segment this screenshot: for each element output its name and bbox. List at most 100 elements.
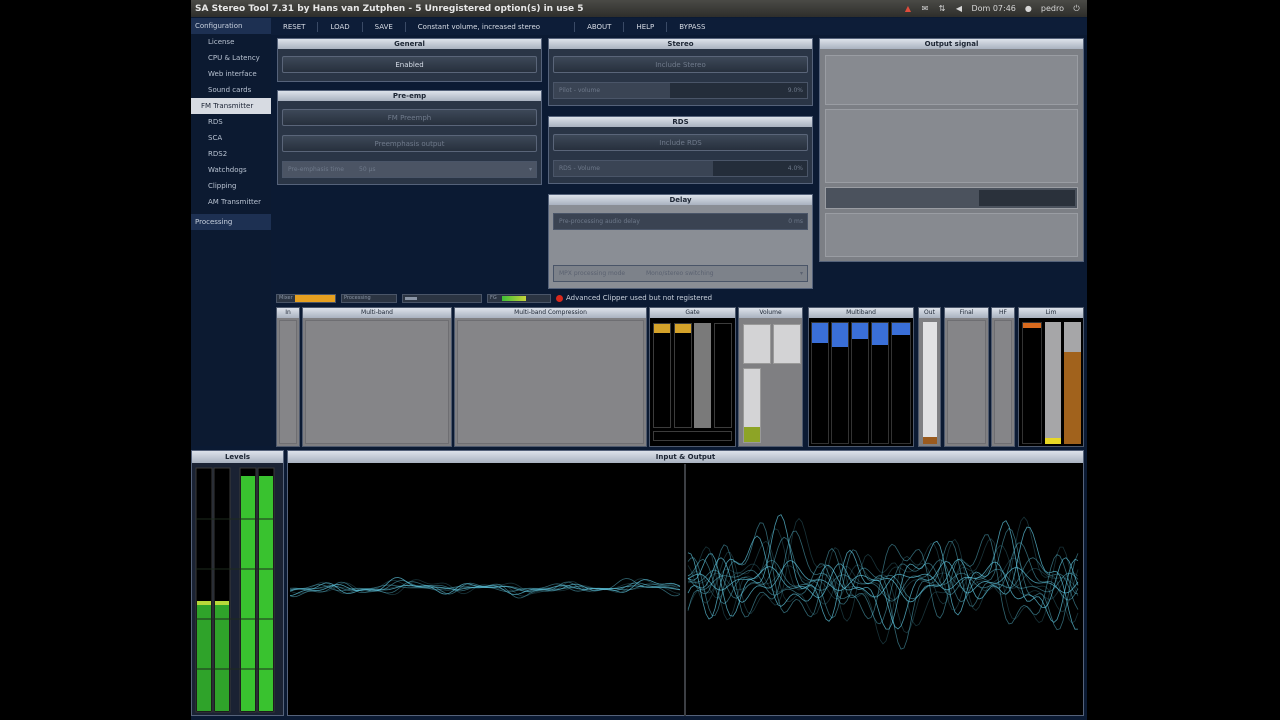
meter-multiband-title: Multi-band [303,308,451,318]
out-meter [923,322,937,444]
user-name[interactable]: pedro [1041,4,1064,13]
meter-lim-panel: Lim [1018,307,1084,447]
preemp-panel: Pre-emp FM Preemph Preemphasis output Pr… [277,90,542,185]
mail-icon[interactable]: ✉ [920,4,929,13]
volume-box-2 [773,324,801,364]
meter-compression-panel: Multi-band Compression [454,307,647,447]
bypass-button[interactable]: BYPASS [667,22,717,32]
sidebar-item-am-transmitter[interactable]: AM Transmitter [191,194,271,210]
sidebar-item-clipping[interactable]: Clipping [191,178,271,194]
warning-message: Advanced Clipper used but not registered [556,294,712,302]
network-icon[interactable]: ⇅ [937,4,946,13]
status-row: Mixer Processing FG Advanced Clipper use… [276,292,776,304]
fm-preemph-button[interactable]: FM Preemph [282,109,537,126]
sidebar-item-processing[interactable]: Processing [191,214,271,230]
system-tray: ▲ ✉ ⇅ ◀ Dom 07:46 ● pedro ⏻ [903,4,1087,13]
sidebar-item-cpu-latency[interactable]: CPU & Latency [191,50,271,66]
delay-panel-title: Delay [549,195,812,205]
sidebar-item-sca[interactable]: SCA [191,130,271,146]
stereo-panel: Stereo Include Stereo Pilot - volume 9.0… [548,38,813,106]
delay-panel: Delay Pre-processing audio delay 0 ms MP… [548,194,813,289]
processing-indicator: Processing [341,293,397,303]
indicator-icon[interactable]: ▲ [903,4,912,13]
clock-text[interactable]: Dom 07:46 [971,4,1015,13]
meter-hf-panel: HF [991,307,1015,447]
preemphasis-time-label: Pre-emphasis time [288,166,344,173]
mb-bar [891,322,911,444]
meter-out-title: Out [919,308,940,318]
sidebar-item-rds2[interactable]: RDS2 [191,146,271,162]
mixer-fill [295,294,335,302]
meter-hf-body [994,320,1012,444]
save-button[interactable]: SAVE [363,21,406,32]
sidebar-item-fm-transmitter[interactable]: FM Transmitter [191,98,271,114]
gate-bar-top [675,324,691,333]
warning-text: Advanced Clipper used but not registered [566,294,713,302]
mb-bar [811,322,829,444]
meter-hf-title: HF [992,308,1014,318]
sidebar-item-license[interactable]: License [191,34,271,50]
pilot-volume-value: 9.0% [787,87,803,94]
preemp-panel-title: Pre-emp [278,91,541,101]
enabled-button[interactable]: Enabled [282,56,537,73]
warning-icon [556,294,563,302]
mpx-mode-label: MPX processing mode [559,270,626,277]
gate-bottom-bar [653,431,732,441]
cpu-fill [405,296,417,300]
volume-box-1 [743,324,771,364]
power-icon[interactable]: ⏻ [1072,4,1081,13]
preset-name[interactable]: Constant volume, increased stereo [406,21,576,32]
meter-out-panel: Out [918,307,941,447]
mb-bar [851,322,869,444]
output-signal-panel: Output signal [819,38,1084,262]
fg-label: FG [490,294,497,301]
rds-volume-value: 4.0% [787,165,803,172]
volume-icon[interactable]: ◀ [954,4,963,13]
fg-fill [502,295,526,301]
output-area-2 [825,109,1078,183]
pilot-volume-slider[interactable]: Pilot - volume 9.0% [553,82,808,99]
mb-bar [871,322,889,444]
waveform-trace [687,530,1079,618]
output-signal-title: Output signal [820,39,1083,49]
sidebar-item-watchdogs[interactable]: Watchdogs [191,162,271,178]
rds-volume-label: RDS - Volume [559,165,600,172]
audio-delay-label: Pre-processing audio delay [559,218,640,225]
waveform-trace [687,516,1079,634]
volume-meter [743,368,761,443]
waveform-trace [687,528,1079,621]
audio-delay-slider[interactable]: Pre-processing audio delay 0 ms [553,213,808,230]
output-area-1 [825,55,1078,105]
output-level-bar [825,187,1078,209]
levels-title: Levels [192,451,283,463]
chevron-down-icon: ▾ [528,166,532,173]
gate-bar [653,323,671,428]
sidebar-item-sound-cards[interactable]: Sound cards [191,82,271,98]
preemphasis-time-value: 50 μs [359,166,376,173]
meter-final-body [947,320,986,444]
sidebar-item-rds[interactable]: RDS [191,114,271,130]
reset-button[interactable]: RESET [271,21,319,32]
include-rds-button[interactable]: Include RDS [553,134,808,151]
lim-bar-2 [1045,322,1061,444]
help-button[interactable]: HELP [624,21,668,32]
sidebar-item-web-interface[interactable]: Web interface [191,66,271,82]
meter-compression-title: Multi-band Compression [455,308,646,318]
load-button[interactable]: LOAD [318,21,363,32]
scope-display [289,464,1079,716]
preemphasis-time-select[interactable]: Pre-emphasis time 50 μs ▾ [282,161,537,178]
rds-volume-slider[interactable]: RDS - Volume 4.0% [553,160,808,177]
preemphasis-output-button[interactable]: Preemphasis output [282,135,537,152]
sidebar-item-configuration[interactable]: Configuration [191,18,271,34]
mixer-indicator: Mixer [276,293,336,303]
rds-panel: RDS Include RDS RDS - Volume 4.0% [548,116,813,184]
include-stereo-button[interactable]: Include Stereo [553,56,808,73]
output-level-fill [979,190,1075,206]
pilot-volume-label: Pilot - volume [559,87,601,94]
mpx-mode-select[interactable]: MPX processing mode Mono/stereo switchin… [553,265,808,282]
meter-volume-panel: Volume [738,307,803,447]
meter-lim-title: Lim [1019,308,1083,318]
meter-multiband-body [305,320,449,444]
about-button[interactable]: ABOUT [575,21,625,32]
level-meters [195,467,275,713]
